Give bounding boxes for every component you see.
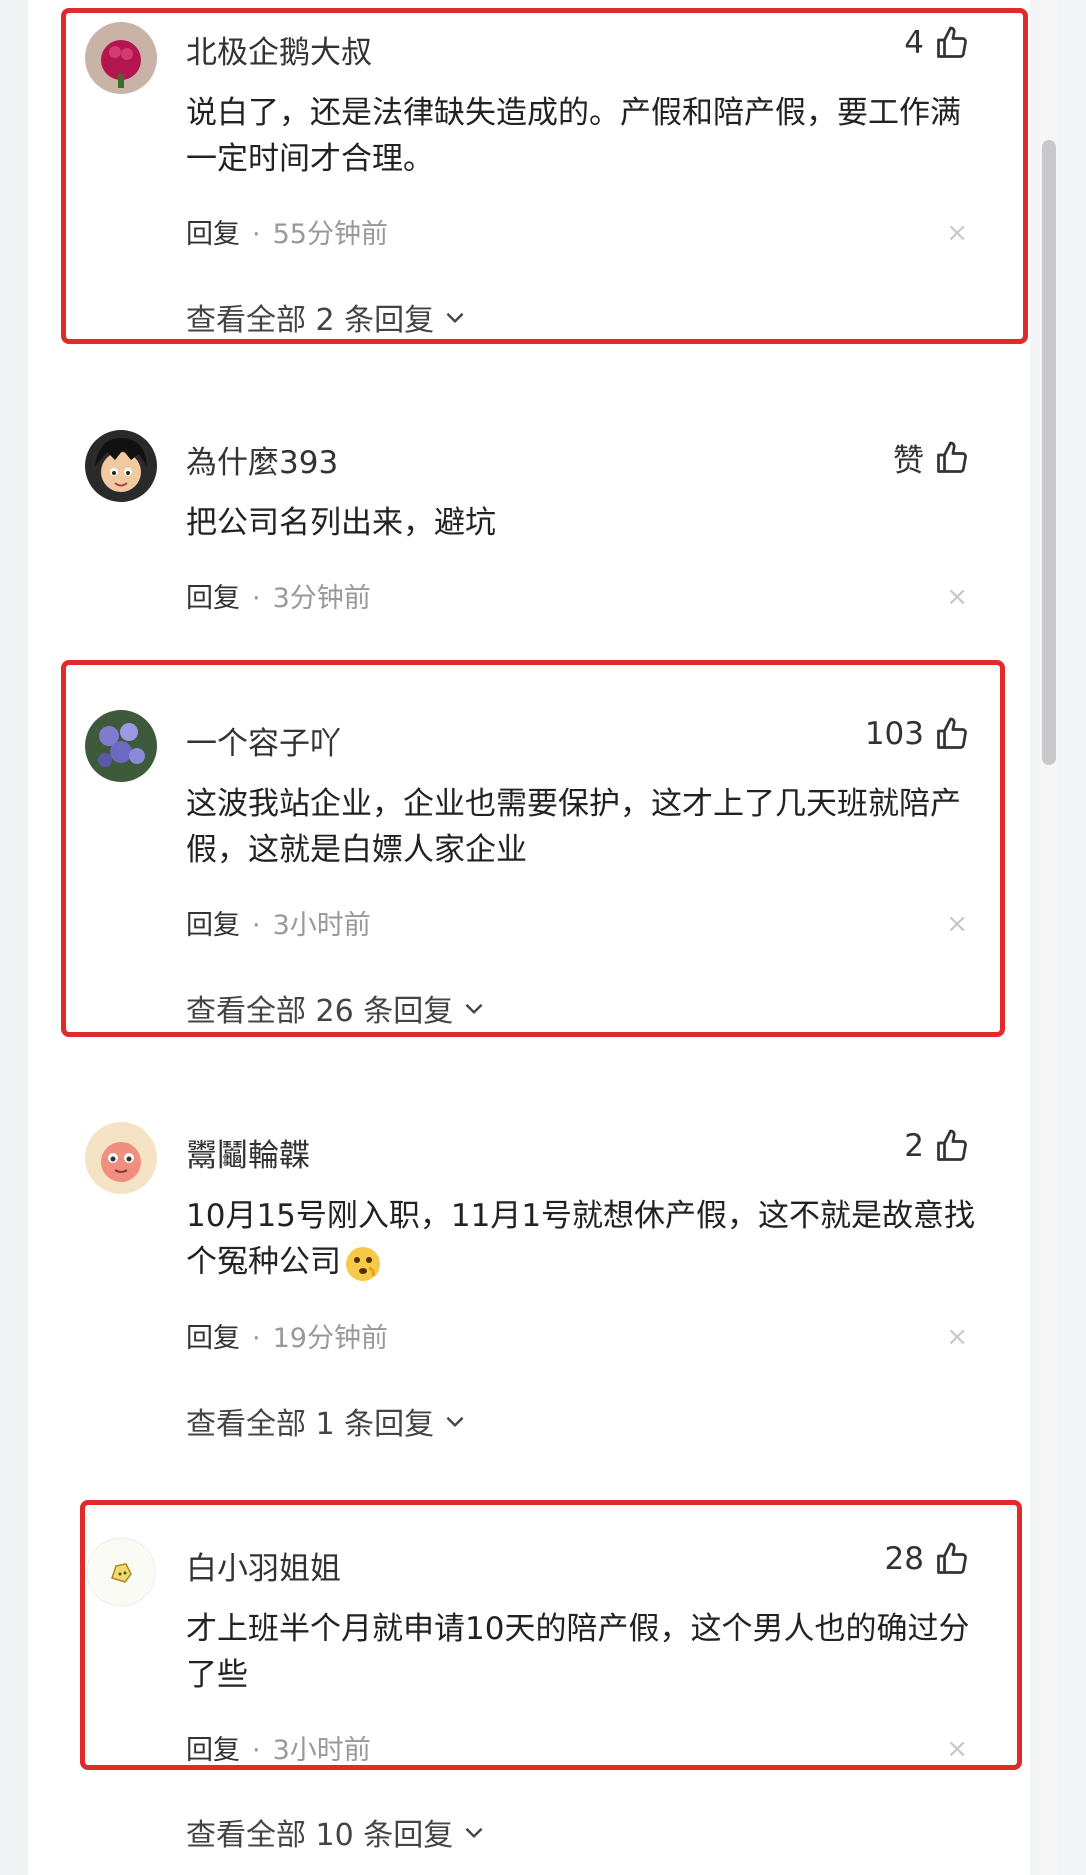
view-all-replies[interactable]: 查看全部 10 条回复 [186,1810,487,1854]
view-all-replies-label: 查看全部 1 条回复 [186,1407,435,1442]
like-count: 赞 [893,443,924,479]
avatar[interactable] [85,1122,157,1194]
timestamp: 19分钟前 [272,1323,388,1354]
view-all-replies-label: 查看全部 10 条回复 [186,1818,454,1853]
emoji-icon [346,1246,380,1281]
username[interactable]: 為什麼393 [186,437,338,482]
scrollbar-thumb[interactable] [1042,140,1056,765]
highlight-box [80,1500,1022,1770]
highlight-box [61,8,1028,344]
reply-button[interactable]: 回复 [186,583,240,614]
username[interactable]: 鬻鬮輪韘 [186,1130,310,1175]
chevron-down-icon [446,1416,464,1428]
close-icon[interactable]: × [946,1322,968,1352]
thumbs-up-icon [937,441,967,473]
meta-separator: · [252,1323,261,1354]
comment-meta: 回复 · 19分钟前 [186,1316,388,1355]
timestamp: 3分钟前 [272,583,371,614]
close-icon[interactable]: × [946,582,968,612]
view-all-replies[interactable]: 查看全部 1 条回复 [186,1399,468,1443]
comment-text: 10月15号刚入职，11月1号就想休产假，这不就是故意找个冤种公司 [186,1193,986,1285]
thumbs-up-icon [937,1129,967,1161]
comment-text: 把公司名列出来，避坑 [186,505,496,541]
like-count: 2 [904,1128,924,1164]
meta-separator: · [252,583,261,614]
reply-button[interactable]: 回复 [186,1323,240,1354]
avatar[interactable] [85,430,157,502]
highlight-box [61,660,1005,1037]
like-button[interactable]: 2 [904,1128,970,1164]
chevron-down-icon [465,1827,483,1839]
comment-meta: 回复 · 3分钟前 [186,576,371,615]
right-gutter [1030,0,1086,1875]
comment-text-body: 10月15号刚入职，11月1号就想休产假，这不就是故意找个冤种公司 [186,1198,976,1280]
left-gutter [0,0,28,1875]
like-button[interactable]: 赞 [893,435,970,480]
